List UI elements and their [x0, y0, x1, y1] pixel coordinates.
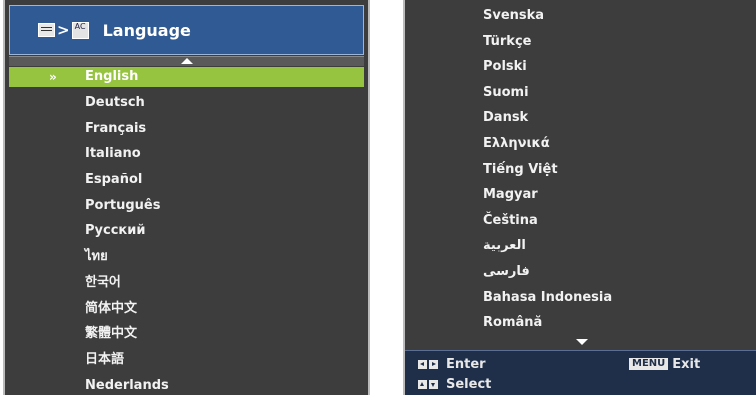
- list-item[interactable]: 한국어: [5, 270, 368, 296]
- list-item[interactable]: Deutsch: [5, 90, 368, 116]
- list-item[interactable]: 日本語: [5, 347, 368, 373]
- list-item[interactable]: ไทย: [5, 244, 368, 270]
- list-item[interactable]: Polski: [405, 54, 756, 80]
- list-item[interactable]: Русский: [5, 218, 368, 244]
- list-item[interactable]: Magyar: [405, 182, 756, 208]
- language-label: Nederlands: [85, 377, 169, 393]
- down-key-icon: [429, 379, 438, 389]
- list-item[interactable]: 简体中文: [5, 296, 368, 322]
- language-label: Română: [483, 315, 543, 331]
- language-label: Ελληνικά: [483, 135, 550, 151]
- list-item[interactable]: Español: [5, 167, 368, 193]
- footer-key-hints: Enter Select MENU Exit: [405, 350, 756, 395]
- list-item[interactable]: 繁體中文: [5, 321, 368, 347]
- language-label: Türkçe: [483, 33, 532, 49]
- language-menu-panel: > AC Language » English Deutsch Français…: [3, 0, 370, 395]
- selected-marker-icon: »: [49, 70, 57, 84]
- language-label: ไทย: [85, 249, 108, 265]
- right-key-icon: [429, 359, 438, 369]
- list-item[interactable]: » English: [9, 67, 364, 87]
- list-item[interactable]: Tiếng Việt: [405, 157, 756, 183]
- scroll-down-arrow-icon[interactable]: [576, 339, 588, 345]
- scroll-up-strip[interactable]: [9, 56, 364, 66]
- language-label: Русский: [85, 223, 146, 239]
- language-label: Português: [85, 197, 161, 213]
- list-item[interactable]: Svenska: [405, 3, 756, 29]
- list-item[interactable]: Nederlands: [5, 373, 368, 395]
- language-label: Svenska: [483, 8, 545, 23]
- language-list: » English Deutsch Français Italiano Espa…: [5, 67, 368, 395]
- list-item[interactable]: Português: [5, 193, 368, 219]
- language-label: English: [85, 69, 139, 84]
- list-item[interactable]: العربية: [405, 233, 756, 259]
- list-item[interactable]: Türkçe: [405, 29, 756, 55]
- language-label: العربية: [483, 238, 526, 254]
- language-label: 繁體中文: [85, 326, 138, 342]
- language-label: Tiếng Việt: [483, 161, 558, 177]
- list-item[interactable]: Română: [405, 310, 756, 336]
- language-label: 한국어: [85, 274, 121, 290]
- language-menu-panel-continued: Svenska Türkçe Polski Suomi Dansk Ελληνι…: [403, 0, 756, 395]
- list-item[interactable]: Bahasa Indonesia: [405, 285, 756, 311]
- menu-header: > AC Language: [9, 5, 364, 55]
- language-label: Italiano: [85, 146, 141, 162]
- list-item[interactable]: Ελληνικά: [405, 131, 756, 157]
- exit-hint: MENU Exit: [629, 355, 700, 373]
- select-hint: Select: [418, 375, 491, 393]
- language-label: Magyar: [483, 187, 538, 203]
- language-label: Deutsch: [85, 95, 145, 110]
- breadcrumb-separator: >: [57, 21, 70, 39]
- list-item[interactable]: فارسی: [405, 259, 756, 285]
- scroll-up-arrow-icon[interactable]: [181, 58, 193, 64]
- language-label: Français: [85, 120, 147, 136]
- language-label: 简体中文: [85, 300, 138, 316]
- language-label: 日本語: [85, 351, 125, 367]
- up-key-icon: [418, 379, 427, 389]
- language-label: Español: [85, 172, 143, 188]
- enter-hint: Enter: [418, 355, 486, 373]
- exit-label: Exit: [672, 356, 701, 372]
- language-label: Bahasa Indonesia: [483, 289, 613, 305]
- language-label: Suomi: [483, 84, 529, 100]
- list-item[interactable]: Dansk: [405, 105, 756, 131]
- select-label: Select: [446, 376, 492, 392]
- enter-label: Enter: [446, 356, 486, 372]
- language-label: Polski: [483, 59, 527, 75]
- menu-key-icon: MENU: [629, 358, 669, 370]
- language-list: Svenska Türkçe Polski Suomi Dansk Ελληνι…: [405, 3, 756, 336]
- language-label: Dansk: [483, 110, 529, 126]
- language-label: Čeština: [483, 212, 538, 228]
- language-icon: AC: [71, 21, 89, 39]
- list-item[interactable]: Italiano: [5, 141, 368, 167]
- language-label: فارسی: [483, 263, 530, 279]
- page-title: Language: [102, 20, 191, 40]
- list-item[interactable]: Suomi: [405, 80, 756, 106]
- menu-icon: [38, 23, 55, 37]
- list-item[interactable]: Français: [5, 116, 368, 142]
- left-key-icon: [418, 359, 427, 369]
- list-item[interactable]: Čeština: [405, 208, 756, 234]
